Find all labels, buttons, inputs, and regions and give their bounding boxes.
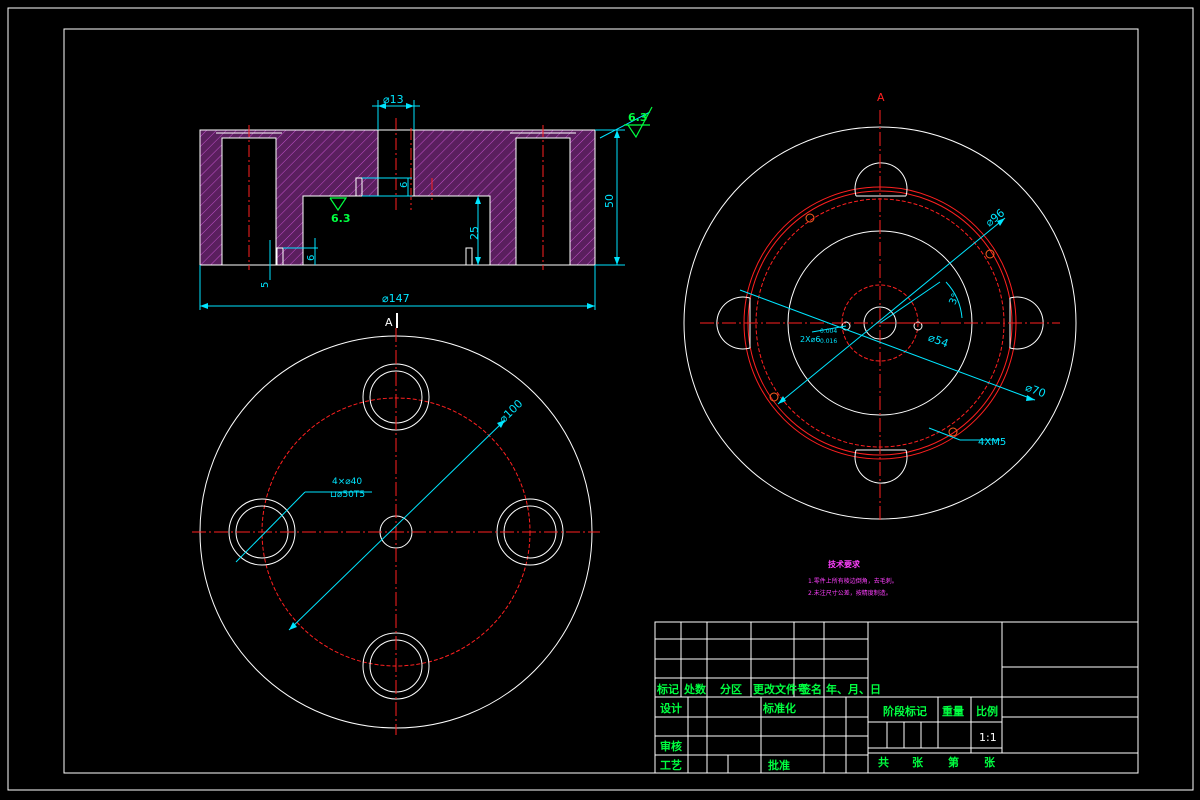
section-label-left: A [385,316,393,329]
sheet-border [7,7,1194,791]
tb-sign: 签名 [799,682,822,696]
tb-sheets-1: 张 [912,755,924,769]
dia-96: ⌀96 [983,206,1007,229]
dim-total-height: 50 [603,194,616,208]
notes-title: 技术要求 [828,559,861,569]
section-hatch [199,129,596,266]
pin-callout-2: 0.004 [820,328,837,335]
hole-callout-2: ⊔⌀50T5 [330,490,365,500]
pin-callout-3: 0.016 [820,338,837,345]
technical-notes: 技术要求 1.零件上所有棱边倒角，去毛刺。 2.未注尺寸公差，按精度制造。 [808,559,898,597]
hole-callout-1: 4×⌀40 [332,477,362,487]
roughness-top: 6.3 [628,111,648,124]
tb-design: 设计 [660,701,682,715]
tb-process: 工艺 [660,758,682,772]
section-view: ⌀13 6 50 25 6 5 ⌀147 6.3 6.3 [199,93,653,310]
tb-approve: 批准 [768,758,790,772]
dim-small-5: 5 [260,282,271,288]
bottom-view: 4×⌀40 ⊔⌀50T5 ⌀100 [192,328,600,735]
notes-line-2: 2.未注尺寸公差，按精度制造。 [808,589,892,597]
dim-hole-top: ⌀13 [383,93,404,106]
dim-depth-6: 6 [399,182,410,188]
roughness-inner: 6.3 [331,212,351,225]
tb-date: 年、月、日 [826,682,881,696]
dia-54: ⌀54 [926,331,950,351]
right-view: ⌀96 ⌀54 ⌀70 3° 4XM5 2X⌀6 0.004 0.016 [683,110,1077,520]
notes-line-1: 1.零件上所有棱边倒角，去毛刺。 [808,577,898,585]
dim-inner-depth: 25 [468,226,481,240]
tb-total: 共 [878,755,889,769]
tb-weight: 重量 [942,704,964,718]
pcd-dimension: ⌀100 [496,397,525,426]
tb-review: 审核 [660,739,682,753]
pin-callout-1: 2X⌀6 [800,335,820,344]
tb-scale-value: 1:1 [979,731,997,744]
tb-page: 第 [948,755,959,769]
tb-stage: 阶段标记 [883,704,927,718]
tb-scale: 比例 [976,704,998,718]
thread-callout: 4XM5 [978,437,1006,448]
tb-count: 处数 [683,682,707,696]
title-block [654,621,1139,774]
dim-overall-dia: ⌀147 [382,292,410,305]
section-label-right: A [877,91,885,104]
tb-standard: 标准化 [762,701,796,715]
tb-sheets-2: 张 [984,755,996,769]
tb-mark: 标记 [656,682,679,696]
drawing-canvas: ⌀13 6 50 25 6 5 ⌀147 6.3 6.3 A 4×⌀40 ⊔⌀5… [7,7,1194,791]
dim-small-6: 6 [306,255,317,261]
tb-zone: 分区 [720,682,742,696]
